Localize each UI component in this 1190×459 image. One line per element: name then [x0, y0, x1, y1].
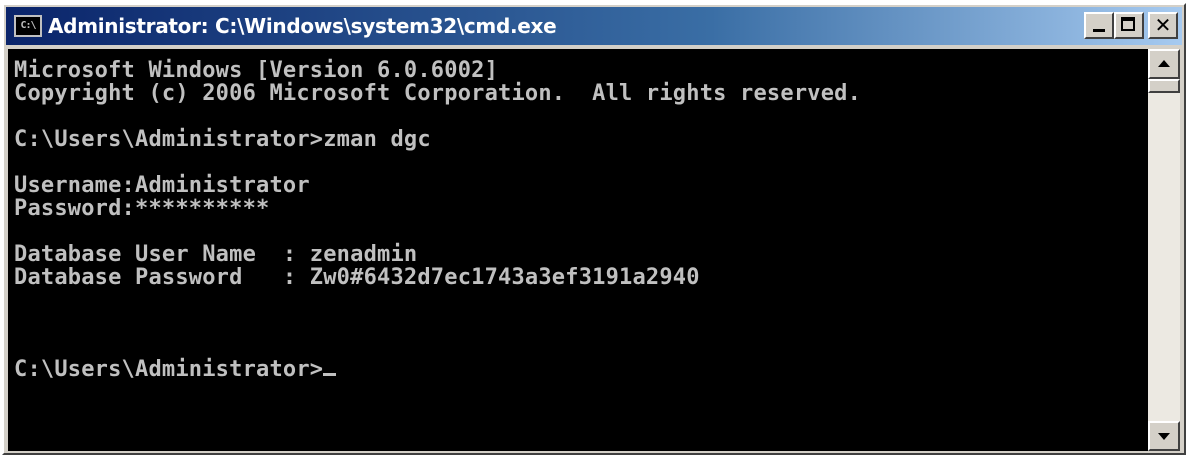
- console-line: Password:**********: [14, 196, 270, 221]
- minimize-icon: [1093, 29, 1105, 32]
- scroll-up-button[interactable]: [1148, 49, 1180, 79]
- close-button[interactable]: ✕: [1148, 12, 1178, 39]
- text-cursor: [323, 373, 337, 376]
- cmd-window: C:\ Administrator: C:\Windows\system32\c…: [2, 3, 1186, 455]
- console-line: Copyright (c) 2006 Microsoft Corporation…: [14, 81, 862, 106]
- minimize-button[interactable]: [1084, 12, 1114, 39]
- console-line: Database User Name : zenadmin: [14, 242, 418, 267]
- console-line: Database Password : Zw0#6432d7ec1743a3ef…: [14, 265, 700, 290]
- scroll-down-arrow-icon: [1158, 433, 1170, 440]
- maximize-button[interactable]: [1114, 12, 1144, 39]
- console-line: Username:Administrator: [14, 173, 310, 198]
- window-title: Administrator: C:\Windows\system32\cmd.e…: [48, 14, 557, 38]
- window-controls: ✕: [1084, 12, 1178, 39]
- console-line: Microsoft Windows [Version 6.0.6002]: [14, 58, 499, 83]
- vertical-scrollbar[interactable]: [1148, 49, 1180, 451]
- close-icon: ✕: [1154, 13, 1172, 37]
- console-output[interactable]: Microsoft Windows [Version 6.0.6002] Cop…: [8, 49, 1148, 451]
- console-prompt: C:\Users\Administrator>: [14, 357, 324, 382]
- cmd-icon[interactable]: C:\: [14, 15, 42, 37]
- maximize-icon: [1121, 17, 1135, 31]
- console-line: C:\Users\Administrator>zman dgc: [14, 127, 431, 152]
- title-bar[interactable]: C:\ Administrator: C:\Windows\system32\c…: [6, 7, 1182, 45]
- scrollbar-thumb[interactable]: [1148, 79, 1180, 93]
- scroll-up-arrow-icon: [1158, 60, 1170, 67]
- console-prompt-line[interactable]: C:\Users\Administrator>: [14, 358, 1148, 381]
- scroll-down-button[interactable]: [1148, 421, 1180, 451]
